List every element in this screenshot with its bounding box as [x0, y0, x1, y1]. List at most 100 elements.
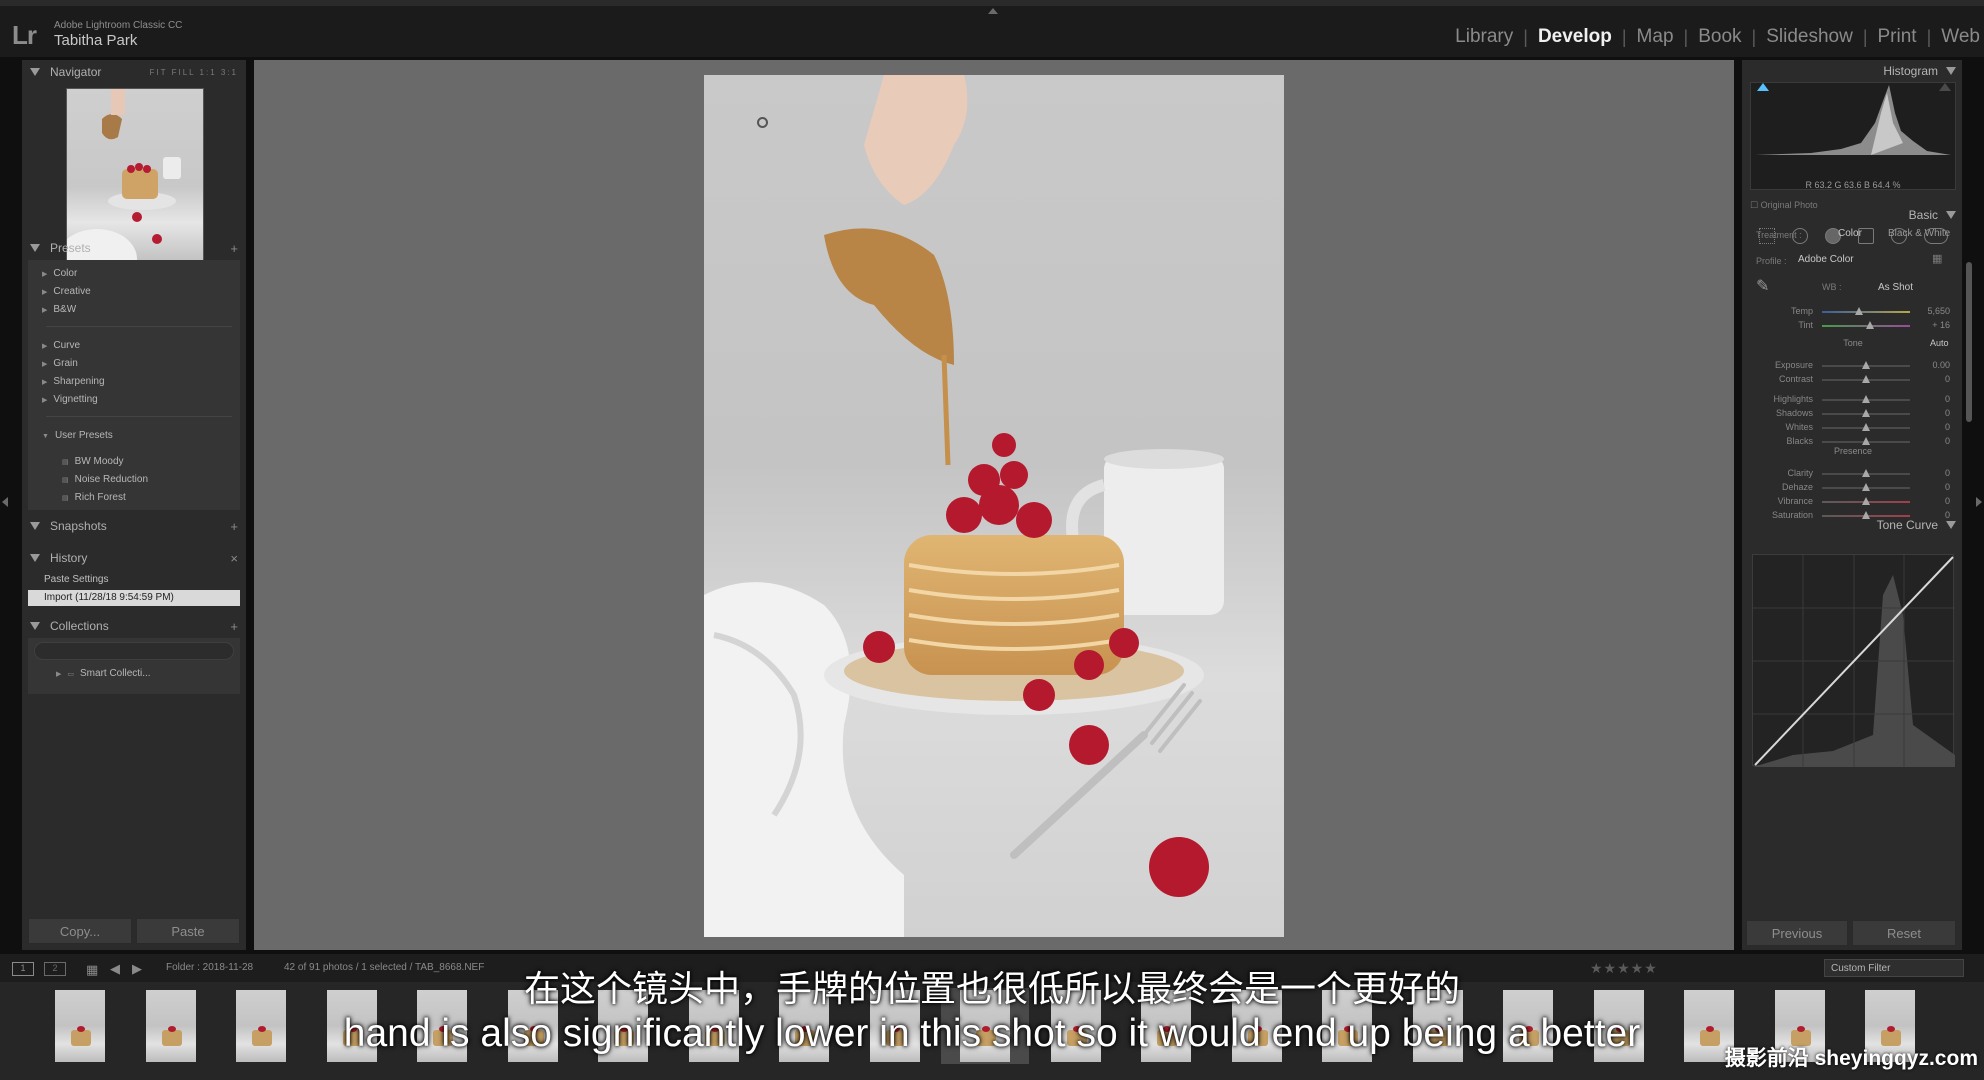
reset-button[interactable]: Reset — [1852, 920, 1956, 946]
slider-value[interactable]: 0 — [1945, 374, 1950, 384]
profile-browser-icon[interactable]: ▦ — [1932, 252, 1942, 265]
slider-knob[interactable] — [1862, 395, 1870, 403]
profile-select[interactable]: Adobe Color — [1798, 254, 1854, 265]
filmstrip-thumbnail[interactable] — [36, 988, 124, 1064]
preset-group-sharpening[interactable]: ▶ Sharpening — [42, 376, 105, 387]
slider-value[interactable]: 0 — [1945, 482, 1950, 492]
right-panel-toggle-icon[interactable] — [1976, 497, 1982, 507]
histogram[interactable] — [1750, 82, 1956, 190]
slider-value[interactable]: 0.00 — [1932, 360, 1950, 370]
history-header[interactable]: History × — [22, 546, 246, 570]
slider-saturation[interactable]: Saturation 0 — [1750, 510, 1956, 522]
module-slideshow[interactable]: Slideshow — [1756, 26, 1863, 48]
slider-knob[interactable] — [1862, 361, 1870, 369]
slider-knob[interactable] — [1862, 511, 1870, 519]
preset-noise-reduction[interactable]: ▤ Noise Reduction — [62, 474, 148, 485]
preset-group-color[interactable]: ▶ Color — [42, 268, 77, 279]
slider-vibrance[interactable]: Vibrance 0 — [1750, 496, 1956, 508]
forward-arrow-icon[interactable]: ▶ — [132, 961, 142, 977]
original-photo-checkbox[interactable]: ☐ Original Photo — [1750, 200, 1818, 211]
collection-smart-collections[interactable]: ▶ ▭ Smart Collecti... — [56, 668, 151, 679]
eyedropper-icon[interactable]: ✎ — [1756, 276, 1769, 296]
main-window-icon[interactable]: 1 — [12, 962, 34, 976]
slider-value[interactable]: 0 — [1945, 408, 1950, 418]
filmstrip-thumbnail[interactable] — [1575, 988, 1663, 1064]
module-book[interactable]: Book — [1688, 26, 1751, 48]
slider-shadows[interactable]: Shadows 0 — [1750, 408, 1956, 420]
slider-tint[interactable]: Tint + 16 — [1750, 320, 1956, 332]
slider-knob[interactable] — [1862, 375, 1870, 383]
filmstrip-thumbnail[interactable] — [1213, 988, 1301, 1064]
module-print[interactable]: Print — [1868, 26, 1927, 48]
previous-button[interactable]: Previous — [1746, 920, 1848, 946]
slider-knob[interactable] — [1862, 409, 1870, 417]
preset-group-grain[interactable]: ▶ Grain — [42, 358, 78, 369]
slider-contrast[interactable]: Contrast 0 — [1750, 374, 1956, 386]
slider-exposure[interactable]: Exposure 0.00 — [1750, 360, 1956, 372]
filmstrip-folder[interactable]: Folder : 2018-11-28 — [166, 962, 253, 973]
slider-highlights[interactable]: Highlights 0 — [1750, 394, 1956, 406]
module-library[interactable]: Library — [1445, 26, 1523, 48]
slider-value[interactable]: 0 — [1945, 422, 1950, 432]
filmstrip-thumbnail[interactable] — [127, 988, 215, 1064]
left-panel-toggle-icon[interactable] — [2, 497, 8, 507]
rating-stars-filter[interactable]: ★★★★★ — [1590, 960, 1658, 977]
basic-header[interactable]: Basic — [1909, 208, 1956, 222]
add-snapshot-icon[interactable]: + — [230, 519, 238, 534]
module-map[interactable]: Map — [1627, 26, 1684, 48]
slider-value[interactable]: 0 — [1945, 394, 1950, 404]
filmstrip-thumbnail[interactable] — [1303, 988, 1391, 1064]
slider-dehaze[interactable]: Dehaze 0 — [1750, 482, 1956, 494]
secondary-window-icon[interactable]: 2 — [44, 962, 66, 976]
filmstrip-thumbnail[interactable] — [760, 988, 848, 1064]
history-item[interactable]: Paste Settings — [28, 572, 240, 588]
preset-group-vignetting[interactable]: ▶ Vignetting — [42, 394, 98, 405]
module-web[interactable]: Web — [1931, 26, 1984, 48]
add-preset-icon[interactable]: + — [230, 241, 238, 256]
preset-rich-forest[interactable]: ▤ Rich Forest — [62, 492, 126, 503]
slider-clarity[interactable]: Clarity 0 — [1750, 468, 1956, 480]
copy-button[interactable]: Copy... — [28, 918, 132, 944]
filmstrip-thumbnail[interactable] — [579, 988, 667, 1064]
filmstrip-thumbnail[interactable] — [217, 988, 305, 1064]
slider-knob[interactable] — [1862, 469, 1870, 477]
slider-whites[interactable]: Whites 0 — [1750, 422, 1956, 434]
filmstrip-thumbnail[interactable] — [398, 988, 486, 1064]
tone-curve-graph[interactable] — [1752, 554, 1955, 767]
slider-knob[interactable] — [1862, 437, 1870, 445]
slider-track[interactable] — [1822, 311, 1910, 313]
grid-view-icon[interactable]: ▦ — [86, 962, 98, 978]
slider-blacks[interactable]: Blacks 0 — [1750, 436, 1956, 448]
preset-bw-moody[interactable]: ▤ BW Moody — [62, 456, 124, 467]
filmstrip-thumbnail[interactable] — [1032, 988, 1120, 1064]
slider-knob[interactable] — [1862, 423, 1870, 431]
slider-value[interactable]: 0 — [1945, 436, 1950, 446]
filmstrip-thumbnail[interactable] — [308, 988, 396, 1064]
back-arrow-icon[interactable]: ◀ — [110, 961, 120, 977]
histogram-header[interactable]: Histogram — [1883, 64, 1956, 78]
right-panel-scrollbar[interactable] — [1966, 262, 1972, 422]
slider-temp[interactable]: Temp 5,650 — [1750, 306, 1956, 318]
slider-knob[interactable] — [1862, 497, 1870, 505]
navigator-zoom-options[interactable]: FIT FILL 1:1 3:1 — [150, 68, 238, 77]
slider-knob[interactable] — [1854, 307, 1863, 315]
filmstrip-thumbnail[interactable] — [1394, 988, 1482, 1064]
presets-header[interactable]: Presets + — [22, 236, 246, 260]
slider-value[interactable]: 0 — [1945, 510, 1950, 520]
filmstrip-thumbnail[interactable] — [670, 988, 758, 1064]
top-panel-toggle-icon[interactable] — [988, 8, 998, 14]
collections-header[interactable]: Collections + — [22, 614, 246, 638]
treatment-color-option[interactable]: Color — [1838, 228, 1862, 239]
module-develop[interactable]: Develop — [1528, 26, 1622, 48]
preset-group-creative[interactable]: ▶ Creative — [42, 286, 91, 297]
history-item-selected[interactable]: Import (11/28/18 9:54:59 PM) — [28, 590, 240, 606]
collection-filter-input[interactable] — [34, 642, 234, 660]
snapshots-header[interactable]: Snapshots + — [22, 514, 246, 538]
tone-auto-button[interactable]: Auto — [1930, 338, 1949, 348]
preset-group-bw[interactable]: ▶ B&W — [42, 304, 76, 315]
add-collection-icon[interactable]: + — [230, 619, 238, 634]
filmstrip-thumbnail[interactable] — [489, 988, 577, 1064]
slider-value[interactable]: 0 — [1945, 496, 1950, 506]
filmstrip-thumbnail[interactable] — [1484, 988, 1572, 1064]
slider-value[interactable]: 5,650 — [1927, 306, 1950, 316]
